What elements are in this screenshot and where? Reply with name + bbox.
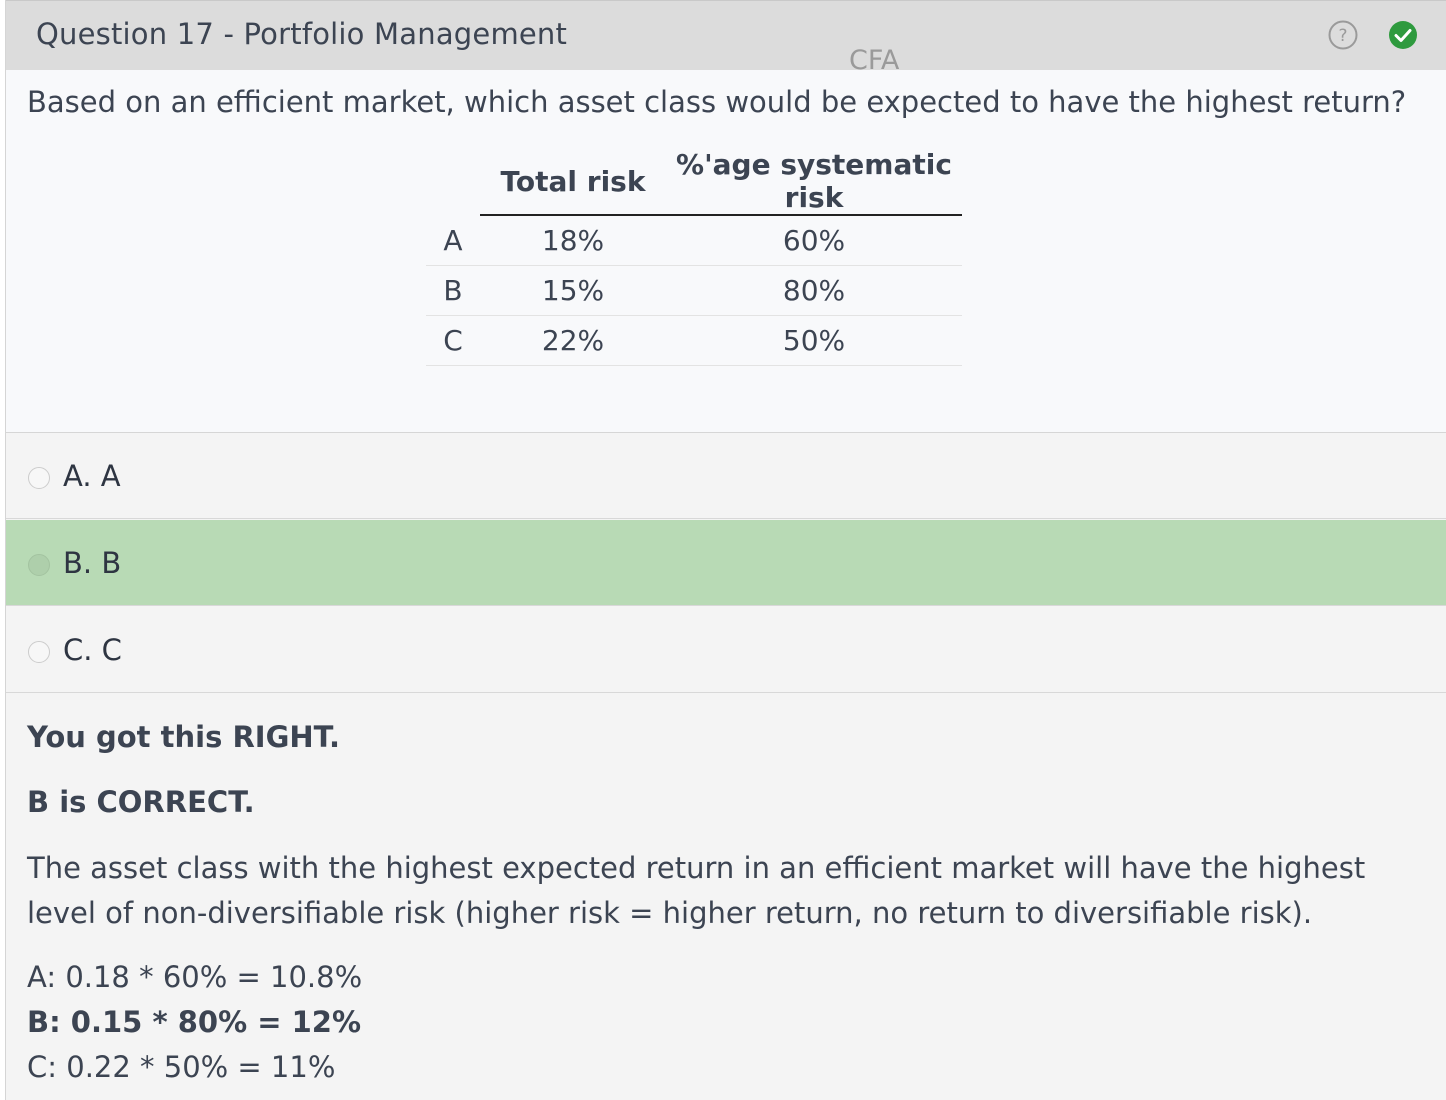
question-header: Question 17 - Portfolio Management CFA ? xyxy=(6,0,1446,76)
check-circle-icon xyxy=(1389,21,1417,49)
table-cell: 15% xyxy=(480,265,666,316)
table-cell: A xyxy=(426,215,480,266)
question-text: Based on an efficient market, which asse… xyxy=(27,85,1407,119)
radio-button[interactable] xyxy=(28,554,50,576)
table-row: B 15% 80% xyxy=(426,265,962,316)
risk-table: Total risk %'age systematic risk A 18% 6… xyxy=(426,148,962,366)
radio-button[interactable] xyxy=(28,641,50,663)
table-cell: 50% xyxy=(666,315,962,366)
table-cell: 60% xyxy=(666,215,962,266)
answer-option-a[interactable]: A. A xyxy=(6,433,1446,519)
table-cell: 80% xyxy=(666,265,962,316)
explanation-text: The asset class with the highest expecte… xyxy=(27,851,1366,930)
table-row: C 22% 50% xyxy=(426,315,962,366)
table-header-row: Total risk %'age systematic risk xyxy=(426,148,962,216)
table-header-blank xyxy=(426,148,480,215)
option-label: A. A xyxy=(63,459,121,493)
answer-option-b[interactable]: B. B xyxy=(6,520,1446,606)
svg-text:?: ? xyxy=(1338,26,1347,46)
table-cell: C xyxy=(426,315,480,366)
table-cell: 18% xyxy=(480,215,666,266)
table-cell: B xyxy=(426,265,480,316)
answer-option-c[interactable]: C. C xyxy=(6,607,1446,693)
help-circle-icon[interactable]: ? xyxy=(1328,20,1358,50)
radio-button[interactable] xyxy=(28,467,50,489)
option-label: B. B xyxy=(63,546,122,580)
question-title: Question 17 - Portfolio Management xyxy=(36,17,568,51)
table-row: A 18% 60% xyxy=(426,215,962,266)
table-header-total-risk: Total risk xyxy=(480,148,666,216)
correct-answer-message: B is CORRECT. xyxy=(27,785,255,819)
table-header-systematic-risk: %'age systematic risk xyxy=(666,148,962,216)
result-message: You got this RIGHT. xyxy=(27,720,341,754)
option-label: C. C xyxy=(63,633,122,667)
table-cell: 22% xyxy=(480,315,666,366)
calculation-a: A: 0.18 * 60% = 10.8% xyxy=(27,960,363,994)
calculation-c: C: 0.22 * 50% = 11% xyxy=(27,1050,336,1084)
question-body: Based on an efficient market, which asse… xyxy=(6,70,1446,433)
question-panel: Question 17 - Portfolio Management CFA ?… xyxy=(5,0,1446,1100)
calculation-b: B: 0.15 * 80% = 12% xyxy=(27,1005,362,1039)
